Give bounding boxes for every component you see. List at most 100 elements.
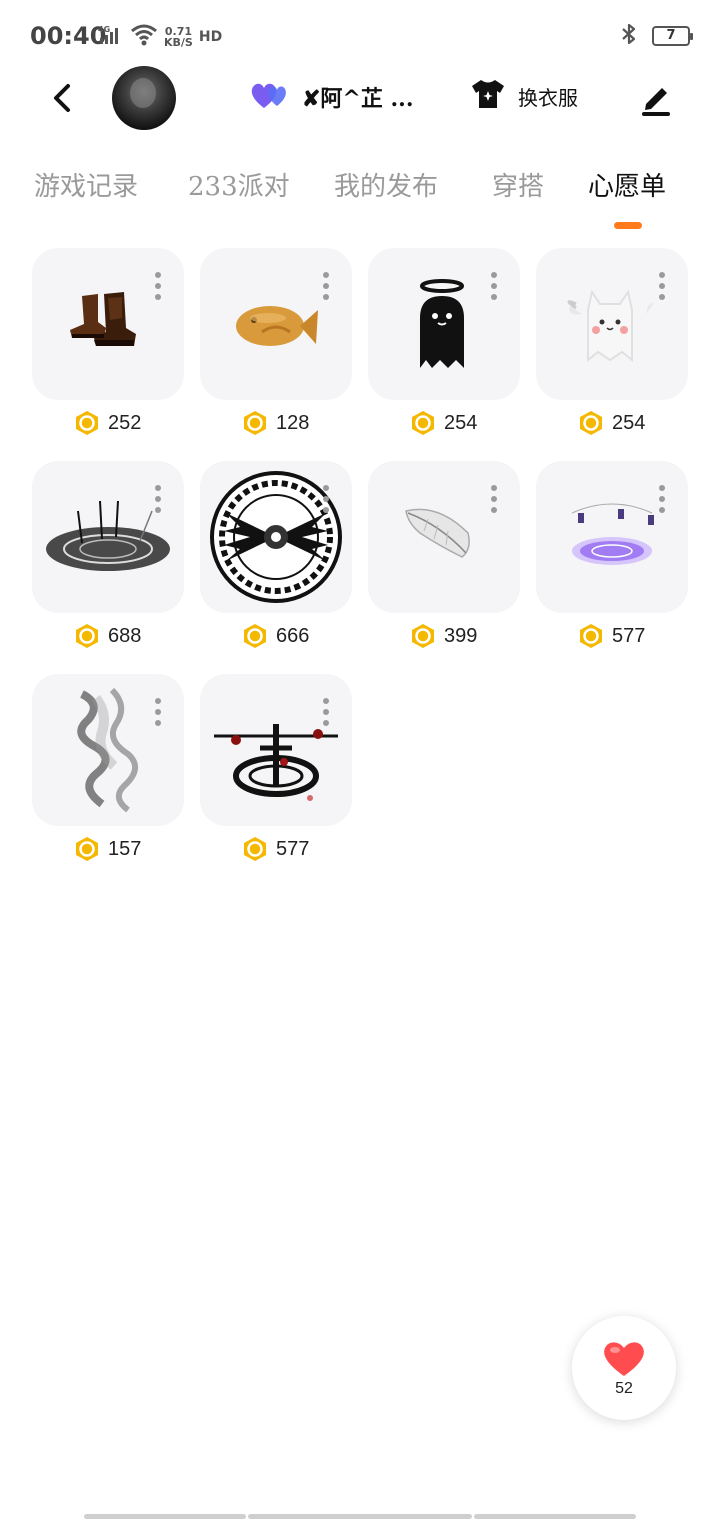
price-row: 252	[74, 408, 141, 438]
edit-button[interactable]	[636, 78, 676, 118]
status-right: 7	[620, 22, 693, 50]
partner-name: ✘阿^芷 ...	[302, 86, 414, 112]
fish-snack-image	[236, 306, 318, 346]
price-row: 577	[578, 621, 645, 651]
wifi-icon	[130, 24, 158, 50]
wishlist-item[interactable]: 577	[200, 674, 352, 861]
item-tile[interactable]	[200, 248, 352, 400]
tab-outfits[interactable]: 穿搭	[492, 166, 544, 203]
avatar[interactable]	[112, 66, 176, 130]
wishlist-item[interactable]: 254	[368, 248, 520, 435]
coin-icon	[244, 624, 266, 648]
item-price: 577	[612, 624, 646, 647]
coin-icon	[76, 837, 98, 861]
double-heart-icon	[250, 80, 292, 114]
wishlist-item[interactable]: 252	[32, 248, 184, 435]
price-row: 577	[242, 834, 309, 864]
partner-link[interactable]: ✘阿^芷 ...	[250, 80, 414, 114]
item-tile[interactable]	[368, 461, 520, 613]
home-indicator	[474, 1514, 636, 1519]
item-price: 399	[444, 624, 478, 647]
wishlist-item[interactable]: 577	[536, 461, 688, 648]
dress-up-button[interactable]: 换衣服	[470, 78, 578, 114]
item-price: 577	[276, 837, 310, 860]
pencil-icon	[642, 88, 670, 116]
blood-sigil-image	[214, 724, 338, 801]
profile-header: ✘阿^芷 ... 换衣服	[0, 62, 720, 132]
item-tile[interactable]	[536, 461, 688, 613]
more-options-button[interactable]	[154, 698, 162, 726]
price-row: 254	[578, 408, 645, 438]
signal-icon: 4G	[98, 24, 124, 50]
wishlist-item[interactable]: 688	[32, 461, 184, 648]
price-row: 688	[74, 621, 141, 651]
summoning-circle-image	[46, 500, 170, 571]
item-tile[interactable]	[32, 461, 184, 613]
tab-233-party[interactable]: 233派对	[188, 166, 290, 203]
more-options-button[interactable]	[658, 485, 666, 513]
wishlist-item[interactable]: 128	[200, 248, 352, 435]
item-tile[interactable]	[32, 248, 184, 400]
coin-icon	[412, 624, 434, 648]
status-time: 00:40	[30, 22, 107, 50]
more-options-button[interactable]	[154, 272, 162, 300]
network-speed: 0.71 KB/S	[164, 26, 193, 48]
profile-tabs: 游戏记录 233派对 我的发布 穿搭 心愿单	[0, 160, 720, 240]
ghost-halo-image	[420, 279, 464, 368]
cat-ghost-image	[567, 289, 654, 363]
purple-portal-image	[571, 503, 654, 565]
more-options-button[interactable]	[322, 485, 330, 513]
status-icons: 4G 0.71 KB/S HD	[98, 24, 222, 50]
price-row: 399	[410, 621, 477, 651]
hd-badge: HD	[198, 29, 223, 45]
coin-icon	[412, 411, 434, 435]
like-button[interactable]: 52	[572, 1316, 676, 1420]
speed-unit: KB/S	[164, 36, 193, 49]
item-tile[interactable]	[536, 248, 688, 400]
item-price: 688	[108, 624, 142, 647]
price-row: 666	[242, 621, 309, 651]
item-tile[interactable]	[200, 674, 352, 826]
item-price: 254	[612, 411, 646, 434]
tab-my-posts[interactable]: 我的发布	[334, 166, 438, 203]
price-row: 157	[74, 834, 141, 864]
coin-icon	[580, 411, 602, 435]
more-options-button[interactable]	[322, 698, 330, 726]
more-options-button[interactable]	[154, 485, 162, 513]
price-row: 254	[410, 408, 477, 438]
more-options-button[interactable]	[490, 272, 498, 300]
svg-text:4G: 4G	[98, 25, 110, 34]
dress-up-label: 换衣服	[518, 85, 578, 110]
coin-icon	[76, 624, 98, 648]
heart-icon	[604, 1342, 644, 1376]
tshirt-icon	[470, 78, 506, 114]
item-price: 252	[108, 411, 142, 434]
bluetooth-icon	[620, 22, 638, 50]
white-feather-image	[405, 508, 470, 558]
more-options-button[interactable]	[322, 272, 330, 300]
home-indicator	[248, 1514, 472, 1519]
coin-icon	[244, 837, 266, 861]
wishlist-item[interactable]: 399	[368, 461, 520, 648]
more-options-button[interactable]	[658, 272, 666, 300]
item-tile[interactable]	[200, 461, 352, 613]
back-button[interactable]	[40, 76, 84, 120]
smoke-effect-image	[77, 687, 138, 813]
wishlist-item[interactable]: 254	[536, 248, 688, 435]
wishlist-item[interactable]: 157	[32, 674, 184, 861]
coin-icon	[244, 411, 266, 435]
boots-image	[70, 292, 136, 346]
item-price: 157	[108, 837, 142, 860]
wishlist-item[interactable]: 666	[200, 461, 352, 648]
chevron-left-icon	[54, 84, 70, 112]
active-tab-indicator	[614, 222, 642, 229]
item-price: 666	[276, 624, 310, 647]
item-tile[interactable]	[32, 674, 184, 826]
coin-icon	[580, 624, 602, 648]
item-price: 128	[276, 411, 310, 434]
item-tile[interactable]	[368, 248, 520, 400]
tab-game-records[interactable]: 游戏记录	[34, 166, 138, 203]
more-options-button[interactable]	[490, 485, 498, 513]
price-row: 128	[242, 408, 309, 438]
tab-wishlist[interactable]: 心愿单	[588, 166, 666, 203]
